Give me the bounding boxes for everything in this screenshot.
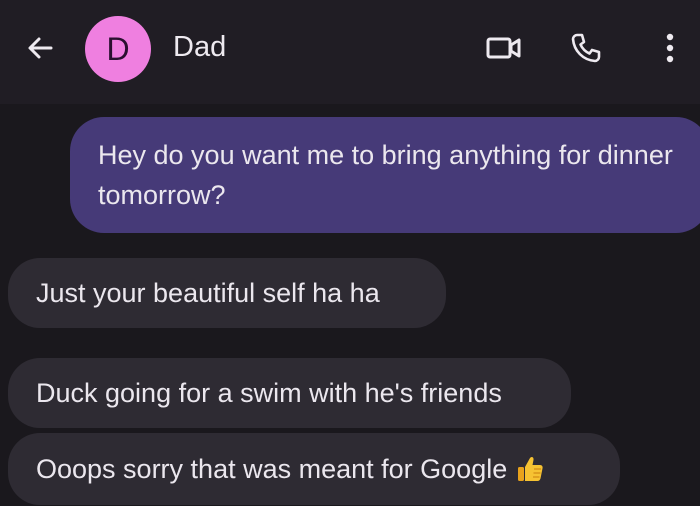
phone-icon xyxy=(571,33,601,63)
avatar[interactable]: D xyxy=(85,16,151,82)
more-options-button[interactable] xyxy=(650,28,690,68)
incoming-message[interactable]: Just your beautiful self ha ha xyxy=(8,258,446,328)
incoming-message[interactable]: Duck going for a swim with he's friends xyxy=(8,358,571,428)
avatar-letter: D xyxy=(106,31,130,67)
message-text: Duck going for a swim with he's friends xyxy=(36,378,502,408)
video-call-button[interactable] xyxy=(484,28,524,68)
back-button[interactable] xyxy=(20,28,60,68)
more-vert-icon xyxy=(666,33,674,63)
incoming-message[interactable]: Ooops sorry that was meant for Google xyxy=(8,433,620,505)
outgoing-message[interactable]: Hey do you want me to bring anything for… xyxy=(70,117,700,233)
messaging-app: D Dad Hey do you want me to bring anythi… xyxy=(0,0,700,506)
message-text: Ooops sorry that was meant for Google xyxy=(36,454,508,484)
contact-name[interactable]: Dad xyxy=(173,30,226,64)
message-text: Just your beautiful self ha ha xyxy=(36,278,380,308)
video-call-icon xyxy=(486,37,521,59)
message-text: Hey do you want me to bring anything for… xyxy=(98,140,673,210)
arrow-left-icon xyxy=(28,37,53,59)
thumbs-up-icon xyxy=(518,456,543,481)
conversation-header: D Dad xyxy=(0,0,700,104)
phone-call-button[interactable] xyxy=(566,28,606,68)
